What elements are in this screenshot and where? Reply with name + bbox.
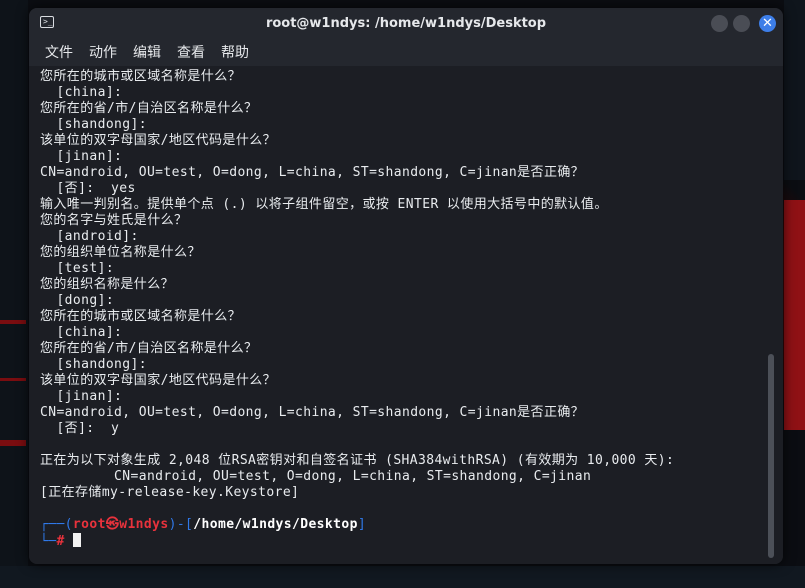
menu-edit[interactable]: 编辑 (133, 42, 161, 62)
terminal-line: 您的名字与姓氏是什么？ (40, 213, 188, 228)
terminal-line: 您所在的省/市/自治区名称是什么？ (40, 101, 258, 116)
terminal-line: [jinan]: (40, 149, 123, 164)
menu-bar: 文件 动作 编辑 查看 帮助 (29, 38, 783, 66)
text-cursor[interactable] (72, 533, 81, 547)
title-bar[interactable]: >_ root@w1ndys: /home/w1ndys/Desktop ✕ (29, 8, 783, 38)
prompt-line-2: └─# (40, 533, 783, 549)
terminal-line: 您的组织单位名称是什么？ (40, 245, 201, 260)
terminal-scrollbar[interactable] (768, 354, 774, 558)
prompt-separator: )-[ (168, 517, 194, 532)
prompt-symbol: # (56, 534, 65, 549)
terminal-line: 您所在的城市或区域名称是什么？ (40, 309, 242, 324)
prompt-bracket-end: ] (357, 517, 367, 532)
prompt-corner-top: ┌──( (40, 517, 73, 532)
terminal-line: CN=android, OU=test, O=dong, L=china, ST… (40, 405, 585, 420)
prompt-path: /home/w1ndys/Desktop (193, 517, 358, 532)
window-title: root@w1ndys: /home/w1ndys/Desktop (265, 15, 547, 31)
terminal-line: [test]: (40, 261, 115, 276)
prompt-corner-bottom: └─ (40, 534, 57, 549)
terminal-line: [china]: (40, 325, 123, 340)
terminal-line: [android]: (40, 229, 139, 244)
terminal-line: [正在存储my-release-key.Keystore] (40, 485, 300, 500)
terminal-line: [jinan]: (40, 389, 123, 404)
terminal-line: 您的组织名称是什么？ (40, 277, 175, 292)
menu-file[interactable]: 文件 (45, 42, 73, 62)
close-button[interactable]: ✕ (759, 15, 776, 32)
terminal-line: [china]: (40, 85, 123, 100)
terminal-line: 您所在的城市或区域名称是什么？ (40, 69, 242, 84)
terminal-line: 该单位的双字母国家/地区代码是什么？ (40, 373, 277, 388)
menu-actions[interactable]: 动作 (89, 42, 117, 62)
terminal-app-icon: >_ (40, 16, 54, 28)
terminal-output[interactable]: 您所在的城市或区域名称是什么？ [china]: 您所在的省/市/自治区名称是什么… (29, 66, 783, 564)
minimize-button[interactable] (711, 15, 728, 32)
terminal-line: 输入唯一判别名。提供单个点 (.) 以将子组件留空，或按 ENTER 以使用大括… (40, 197, 608, 212)
maximize-button[interactable] (733, 15, 750, 32)
terminal-line: CN=android, OU=test, O=dong, L=china, ST… (40, 469, 592, 484)
terminal-line: [dong]: (40, 293, 115, 308)
terminal-line: 正在为以下对象生成 2,048 位RSA密钥对和自签名证书 (SHA384wit… (40, 453, 675, 468)
terminal-line: [shandong]: (40, 117, 147, 132)
prompt-user-host: root㉿w1ndys (72, 517, 169, 532)
terminal-line: [否]: yes (40, 181, 136, 196)
menu-help[interactable]: 帮助 (221, 42, 249, 62)
menu-view[interactable]: 查看 (177, 42, 205, 62)
terminal-line: 该单位的双字母国家/地区代码是什么？ (40, 133, 277, 148)
prompt-line-1: ┌──(root㉿w1ndys)-[/home/w1ndys/Desktop] (40, 517, 783, 533)
terminal-line: [shandong]: (40, 357, 147, 372)
terminal-line: [否]: y (40, 421, 120, 436)
terminal-line: 您所在的省/市/自治区名称是什么？ (40, 341, 258, 356)
terminal-window: >_ root@w1ndys: /home/w1ndys/Desktop ✕ 文… (29, 8, 783, 564)
terminal-line: CN=android, OU=test, O=dong, L=china, ST… (40, 165, 585, 180)
